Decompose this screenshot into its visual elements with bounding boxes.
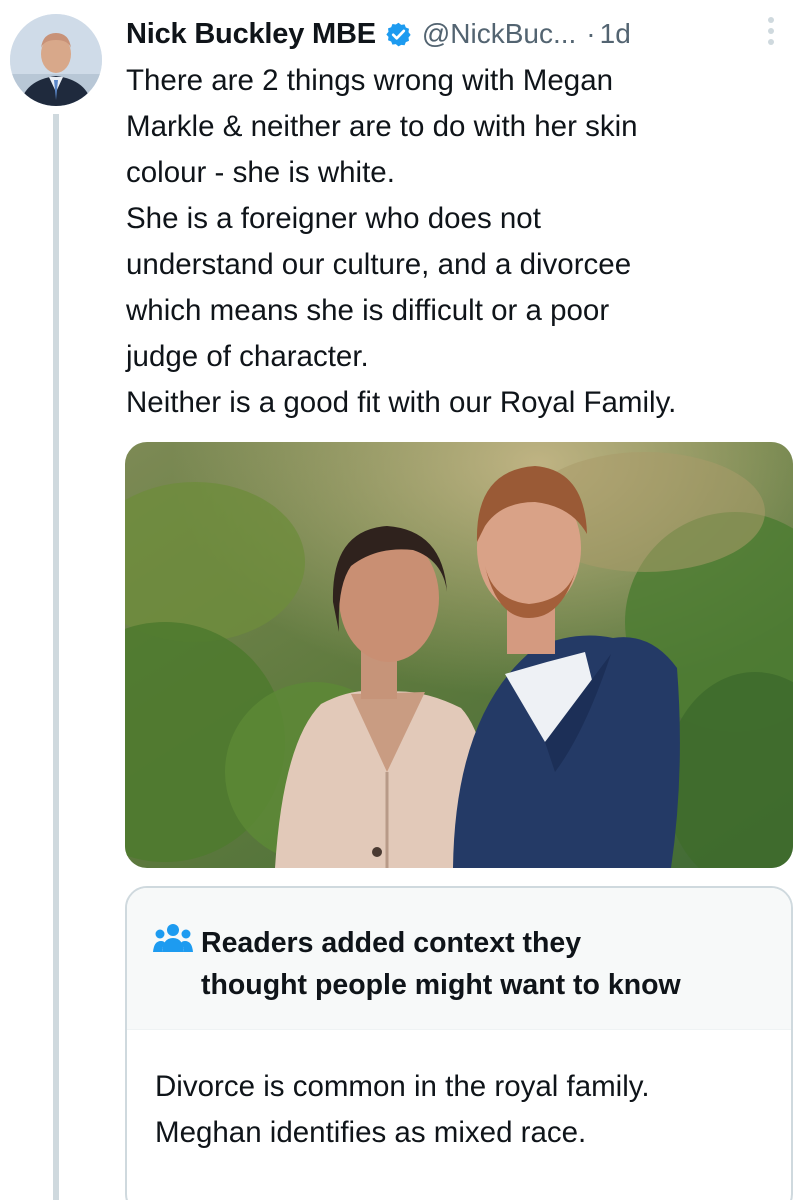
community-note-title-line: Readers added context they	[201, 927, 582, 959]
community-note-body-line: Divorce is common in the royal family.	[155, 1070, 650, 1103]
more-options-icon[interactable]	[764, 14, 778, 48]
author-display-name[interactable]: Nick Buckley MBE	[126, 18, 376, 51]
community-note-title: Readers added context they thought peopl…	[201, 922, 681, 1006]
couple-photo-image	[125, 442, 793, 868]
profile-photo-icon	[10, 14, 102, 106]
tweet-text-line: colour - she is white.	[126, 156, 395, 189]
tweet-text-line: judge of character.	[126, 340, 369, 373]
thread-line	[53, 114, 59, 1200]
tweet-view: Nick Buckley MBE @NickBuc... · 1d There …	[0, 0, 793, 1200]
community-note-body: Divorce is common in the royal family. M…	[155, 1064, 650, 1156]
tweet-text: There are 2 things wrong with Megan Mark…	[126, 58, 790, 426]
community-note-body-line: Meghan identifies as mixed race.	[155, 1116, 587, 1149]
community-note[interactable]: Readers added context they thought peopl…	[125, 886, 793, 1200]
tweet-text-line: Neither is a good fit with our Royal Fam…	[126, 386, 677, 419]
community-note-header: Readers added context they thought peopl…	[127, 888, 791, 1030]
avatar[interactable]	[10, 14, 102, 106]
community-note-title-line: thought people might want to know	[201, 969, 681, 1001]
tweet-text-line: She is a foreigner who does not	[126, 202, 541, 235]
tweet-text-line: Markle & neither are to do with her skin	[126, 110, 638, 143]
tweet-text-line: There are 2 things wrong with Megan	[126, 64, 614, 97]
tweet-header: Nick Buckley MBE @NickBuc... · 1d	[126, 12, 631, 56]
timestamp[interactable]: 1d	[600, 18, 631, 50]
author-handle[interactable]: @NickBuc...	[422, 18, 576, 50]
verified-badge-icon[interactable]	[385, 21, 412, 48]
tweet-text-line: understand our culture, and a divorcee	[126, 248, 632, 281]
readers-icon	[153, 922, 193, 954]
tweet-text-line: which means she is difficult or a poor	[126, 294, 610, 327]
separator-dot: ·	[586, 18, 596, 49]
tweet-photo[interactable]	[125, 442, 793, 868]
